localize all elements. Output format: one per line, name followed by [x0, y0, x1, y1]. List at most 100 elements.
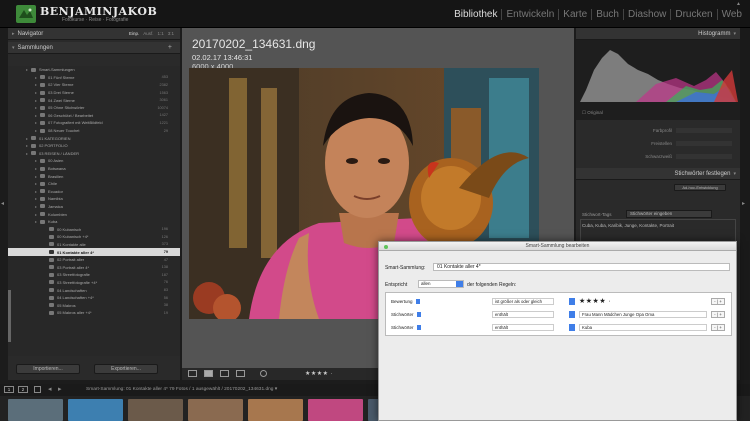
- filmstrip-thumbnail[interactable]: [188, 399, 243, 421]
- secondary-display-2-icon[interactable]: 2: [18, 386, 28, 393]
- zoom-mode-option[interactable]: 3:1: [168, 31, 174, 36]
- zoom-mode-option[interactable]: 1:1: [157, 31, 163, 36]
- left-edge-arrow-icon[interactable]: ◂: [1, 200, 4, 207]
- collection-row[interactable]: ▸ 03 REISEN / LÄNDER: [8, 150, 180, 158]
- collection-row[interactable]: 05 Makros 38: [8, 301, 180, 309]
- collections-header[interactable]: ▾ Sammlungen +: [8, 42, 180, 54]
- collection-row[interactable]: ▸ Kolumbien: [8, 210, 180, 218]
- collection-row[interactable]: ▸ Ecuador: [8, 188, 180, 196]
- remove-add-rule-buttons[interactable]: - | +: [711, 324, 725, 331]
- rule-operator-select[interactable]: enthält: [492, 311, 554, 318]
- collection-row[interactable]: 01 Kontakte alle 373: [8, 241, 180, 249]
- module-tab[interactable]: Drucken: [670, 9, 716, 20]
- collection-row[interactable]: 02 Portrait aller 47: [8, 256, 180, 264]
- module-tab[interactable]: Buch: [591, 9, 623, 20]
- collection-row[interactable]: 00 Kubanisch +4* 126: [8, 233, 180, 241]
- grid-view-icon[interactable]: [188, 370, 197, 377]
- collection-row[interactable]: ▸ 07 Fotografiert mit WeitBildfeld 1221: [8, 119, 180, 127]
- filmstrip-thumbnail[interactable]: [68, 399, 123, 421]
- collection-row[interactable]: 03 Streetfotografie +4* 76: [8, 279, 180, 287]
- collection-row[interactable]: ▸ 00 Asien: [8, 157, 180, 165]
- collection-row[interactable]: ▸ 03 Drei Sterne 1563: [8, 89, 180, 97]
- loupe-view-icon[interactable]: [204, 370, 213, 377]
- keyword-tags-select[interactable]: Stichwörter eingeben: [626, 210, 712, 218]
- module-tab[interactable]: Bibliothek: [450, 9, 501, 20]
- rule-field-select[interactable]: Stichwörter: [391, 325, 421, 331]
- grid-icon[interactable]: [34, 386, 41, 393]
- secondary-display-1-icon[interactable]: 1: [4, 386, 14, 393]
- quick-develop-button[interactable]: Ad-hoc-Entwicklung: [674, 184, 726, 191]
- remove-add-rule-buttons[interactable]: - | +: [711, 311, 725, 318]
- collection-row[interactable]: 01 Kontakte aller 4* 79: [8, 248, 180, 256]
- filmstrip-thumbnail[interactable]: [128, 399, 183, 421]
- field-value[interactable]: [676, 141, 732, 146]
- filmstrip-thumbnail[interactable]: [8, 399, 63, 421]
- collection-row[interactable]: ▸ 06 Geschützt / Bearbeitet 1427: [8, 112, 180, 120]
- quick-develop-row[interactable]: Schwarzweiß: [584, 154, 732, 159]
- original-checkbox[interactable]: ☐ Original: [582, 110, 603, 116]
- field-value[interactable]: [676, 154, 732, 159]
- filmstrip-source-info[interactable]: Smart-Sammlung: 01 Kontakte aller 4* 79 …: [86, 387, 277, 392]
- remove-add-rule-buttons[interactable]: - | +: [711, 298, 725, 305]
- module-tab[interactable]: Diashow: [623, 9, 670, 20]
- quick-develop-row[interactable]: Freistellen: [584, 141, 732, 146]
- histogram-header[interactable]: Histogramm ▾: [576, 28, 740, 40]
- rule-operator-select[interactable]: ist größer als oder gleich: [492, 298, 554, 305]
- navigator-zoom-modes[interactable]: Einp. Ausf. 1:1 3:1: [129, 31, 174, 36]
- face-view-icon[interactable]: [260, 370, 267, 377]
- collection-row[interactable]: ▸ 01 Fünf Sterne 453: [8, 74, 180, 82]
- smart-collection-icon: [40, 105, 45, 110]
- collection-row[interactable]: ▸ 08 Neuer Touchet 29: [8, 127, 180, 135]
- collection-row[interactable]: 03 Portrait aller 4* 138: [8, 263, 180, 271]
- survey-view-icon[interactable]: [236, 370, 245, 377]
- export-button[interactable]: Exportieren...: [94, 364, 158, 374]
- zoom-mode-option[interactable]: Einp.: [129, 31, 139, 36]
- collection-name-input[interactable]: 01 Kontakte aller 4*: [433, 263, 730, 271]
- rule-rating-stars[interactable]: ★★★★ ·: [579, 297, 611, 305]
- module-tab[interactable]: Entwickeln: [501, 9, 558, 20]
- add-collection-icon[interactable]: +: [168, 44, 172, 51]
- navigator-header[interactable]: ▸ Navigator Einp. Ausf. 1:1 3:1: [8, 28, 180, 40]
- rule-operator-select[interactable]: enthält: [492, 324, 554, 331]
- collection-row[interactable]: 04 Landschaften +4* 56: [8, 294, 180, 302]
- keywording-header[interactable]: Stichwörter festlegen ▾: [576, 168, 740, 180]
- rule-field-select[interactable]: Bewertung: [391, 299, 420, 305]
- collection-row[interactable]: ▸ 05 Ohne Stichwörter 10074: [8, 104, 180, 112]
- rating-stars[interactable]: ★★★★ ·: [305, 370, 333, 377]
- collection-row[interactable]: 00 Kubanisch 196: [8, 225, 180, 233]
- zoom-mode-option[interactable]: Ausf.: [143, 31, 153, 36]
- import-button[interactable]: Importieren...: [16, 364, 80, 374]
- collection-row[interactable]: ▸ Jamaica: [8, 203, 180, 211]
- collapse-top-icon[interactable]: ▲: [736, 1, 746, 7]
- collection-row[interactable]: ▸ Botswana: [8, 165, 180, 173]
- collection-row[interactable]: ▸ 02 Vier Sterne 2382: [8, 81, 180, 89]
- match-select[interactable]: allen: [418, 280, 464, 288]
- module-tab[interactable]: Web: [716, 9, 746, 20]
- collection-row[interactable]: ▸ Namibia: [8, 195, 180, 203]
- filmstrip-thumbnail[interactable]: [308, 399, 363, 421]
- window-zoom-button[interactable]: [384, 244, 388, 249]
- collection-row[interactable]: ▸ Chile: [8, 180, 180, 188]
- rule-value-input[interactable]: Frau Mann Mädchen Junge Opa Oma: [579, 311, 707, 318]
- keywording-title: Stichwörter festlegen: [674, 170, 731, 177]
- collection-row[interactable]: 05 Makros aller +4* 19: [8, 309, 180, 317]
- collection-row[interactable]: ▸ Brasilien: [8, 172, 180, 180]
- collection-row[interactable]: ▸ 01 KATEGORIEN: [8, 134, 180, 142]
- quick-develop-row[interactable]: Farbprofil: [584, 128, 732, 133]
- right-edge-arrow-icon[interactable]: ▸: [742, 200, 745, 207]
- collection-row[interactable]: ▸ Kuba: [8, 218, 180, 226]
- collection-row[interactable]: ▸ 02 PORTFOLIO: [8, 142, 180, 150]
- collection-row[interactable]: 03 Streetfotografie 187: [8, 271, 180, 279]
- compare-view-icon[interactable]: [220, 370, 229, 377]
- module-tab[interactable]: Karte: [558, 9, 591, 20]
- collection-row[interactable]: ▸ Smart-Sammlungen: [8, 66, 180, 74]
- rule-field-select[interactable]: Stichwörter: [391, 312, 421, 318]
- collection-row[interactable]: 04 Landschaften 83: [8, 286, 180, 294]
- field-value[interactable]: [676, 128, 732, 133]
- left-scrollbar[interactable]: [8, 290, 11, 342]
- forward-arrow-icon[interactable]: ▸: [58, 385, 62, 393]
- filmstrip-thumbnail[interactable]: [248, 399, 303, 421]
- rule-value-input[interactable]: Kuba: [579, 324, 707, 331]
- back-arrow-icon[interactable]: ◂: [48, 385, 52, 393]
- collection-row[interactable]: ▸ 04 Zwei Sterne 3061: [8, 96, 180, 104]
